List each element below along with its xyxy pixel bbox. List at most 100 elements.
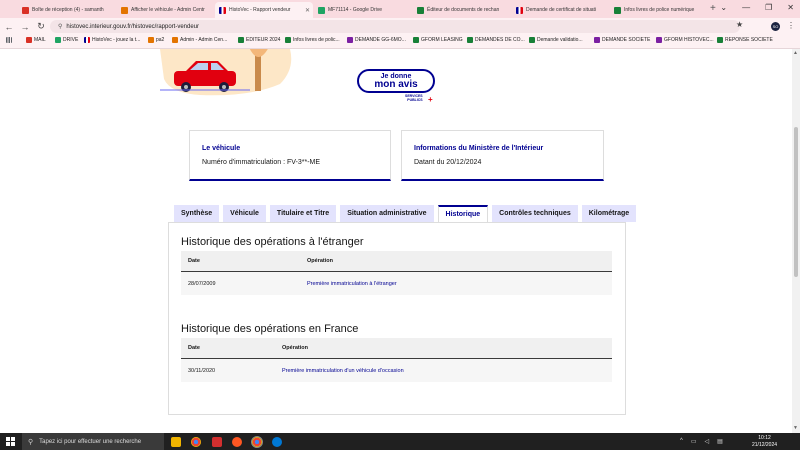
- tab-situation[interactable]: Situation administrative: [340, 205, 434, 222]
- chrome-active-icon[interactable]: [251, 436, 263, 448]
- sheets-icon: [614, 6, 621, 14]
- bookmark-label: REPONSE SOCIETE: [725, 37, 773, 43]
- tab-title: MF71114 - Google Drive: [328, 7, 383, 13]
- bookmark-histovec[interactable]: HistoVec - jouez la t...: [84, 37, 140, 43]
- bookmark-editeur[interactable]: EDITEUR 2024: [238, 37, 280, 43]
- bookmark-label: pa2: [156, 37, 165, 43]
- browser-tab-admin[interactable]: Afficher le véhicule - Admin Centr: [117, 2, 215, 18]
- admin-icon: [172, 37, 178, 43]
- tab-search-icon[interactable]: ⌄: [720, 3, 727, 12]
- tab-vehicule[interactable]: Véhicule: [223, 205, 266, 222]
- bookmark-label: DRIVE: [63, 37, 79, 43]
- tab-title: Afficher le véhicule - Admin Centr: [131, 7, 205, 13]
- taskbar-clock[interactable]: 10:12 21/12/2024: [752, 435, 777, 449]
- tab-title: Demande de certificat de situati: [526, 7, 597, 13]
- browser-tab-certificat[interactable]: Demande de certificat de situati: [512, 2, 610, 18]
- bookmark-pa2[interactable]: pa2: [148, 37, 164, 43]
- site-info-icon[interactable]: ⚲: [58, 23, 62, 30]
- logo-line2: PUBLICS: [407, 97, 423, 102]
- bookmark-mail[interactable]: MAIL: [26, 37, 46, 43]
- browser-menu-icon[interactable]: ⋮: [787, 21, 795, 30]
- ministry-date: Datant du 20/12/2024: [414, 159, 482, 166]
- table-row: 28/07/2009 Première immatriculation à l'…: [181, 272, 612, 295]
- avis-label-line2: mon avis: [374, 78, 418, 90]
- plus-icon: +: [428, 95, 433, 104]
- foreign-history-table: Date Opération 28/07/2009 Première immat…: [181, 251, 612, 295]
- bookmark-demandes-co[interactable]: DEMANDES DE CO...: [467, 37, 525, 43]
- browser-tab-drive[interactable]: MF71114 - Google Drive: [314, 2, 412, 18]
- close-tab-icon[interactable]: ✕: [305, 7, 310, 14]
- bookmark-demande-gg[interactable]: DEMANDE GG-6MO...: [347, 37, 406, 43]
- browser-tab-editor[interactable]: Éditeur de documents de rechan: [413, 2, 511, 18]
- sheets-icon: [285, 37, 291, 43]
- bookmark-gform-leasing[interactable]: GFORM LEASING: [413, 37, 463, 43]
- tab-title: Infos livres de police numérique: [624, 7, 695, 13]
- scrollbar-thumb[interactable]: [794, 127, 798, 277]
- forward-arrow-icon[interactable]: →: [18, 22, 32, 32]
- tab-titulaire[interactable]: Titulaire et Titre: [269, 205, 337, 222]
- volume-icon[interactable]: ◁: [705, 438, 710, 445]
- row-operation[interactable]: Première immatriculation d'un véhicule d…: [282, 368, 404, 374]
- browser-tab-infos[interactable]: Infos livres de police numérique: [610, 2, 708, 18]
- tab-title: Boîte de réception (4) - samanth: [32, 7, 104, 13]
- bookmark-label: DEMANDES DE CO...: [475, 37, 525, 43]
- search-icon: ⚲: [28, 438, 34, 446]
- apps-grid-icon[interactable]: [6, 37, 14, 43]
- browser-tab-strip: Boîte de réception (4) - samanth Affiche…: [0, 0, 800, 18]
- browser-tab-gmail[interactable]: Boîte de réception (4) - samanth: [18, 2, 116, 18]
- french-flag-icon: [84, 37, 90, 43]
- bookmark-demande-validation[interactable]: Demande validatio...: [529, 37, 583, 43]
- back-arrow-icon[interactable]: ←: [2, 22, 16, 32]
- acrobat-icon[interactable]: [212, 437, 222, 447]
- operation-header: Opération: [307, 258, 333, 264]
- network-icon[interactable]: ▭: [691, 438, 697, 445]
- tab-historique[interactable]: Historique: [437, 205, 489, 222]
- bookmark-admin[interactable]: Admin - Admin Cen...: [172, 37, 227, 43]
- bookmark-reponse-societe[interactable]: REPONSE SOCIETE: [717, 37, 773, 43]
- table-header: Date Opération: [181, 251, 612, 272]
- new-tab-button[interactable]: +: [710, 3, 716, 14]
- opera-icon[interactable]: [232, 437, 242, 447]
- chrome-icon[interactable]: [191, 437, 201, 447]
- maximize-button[interactable]: ❐: [765, 3, 772, 12]
- tab-kilometrage[interactable]: Kilométrage: [581, 205, 637, 222]
- scroll-down-icon[interactable]: ▼: [793, 425, 798, 431]
- row-operation[interactable]: Première immatriculation à l'étranger: [307, 281, 397, 287]
- address-bar[interactable]: ⚲ histovec.interieur.gouv.fr/histovec/ra…: [50, 20, 740, 33]
- bookmark-drive[interactable]: DRIVE: [55, 37, 78, 43]
- drive-icon: [318, 6, 325, 14]
- taskbar-search[interactable]: ⚲ Tapez ici pour effectuer une recherche: [22, 433, 164, 450]
- profile-avatar[interactable]: SO: [771, 22, 780, 31]
- windows-taskbar: ⚲ Tapez ici pour effectuer une recherche…: [0, 433, 800, 450]
- vehicle-card-title: Le véhicule: [202, 145, 241, 152]
- bookmark-label: MAIL: [34, 37, 46, 43]
- tab-synthese[interactable]: Synthèse: [174, 205, 220, 222]
- bookmark-demande-societe[interactable]: DEMANDE SOCIETE: [594, 37, 650, 43]
- tab-controles[interactable]: Contrôles techniques: [492, 205, 578, 222]
- row-date: 28/07/2009: [188, 281, 216, 287]
- keyboard-icon[interactable]: ▤: [717, 438, 723, 445]
- gmail-icon: [26, 37, 32, 43]
- bookmark-gform-histovec[interactable]: GFORM HISTOVEC...: [656, 37, 714, 43]
- url-text: histovec.interieur.gouv.fr/histovec/rapp…: [66, 23, 200, 30]
- page-scrollbar[interactable]: ▲ ▼: [792, 49, 800, 433]
- date-header: Date: [188, 258, 200, 264]
- windows-start-icon[interactable]: [6, 437, 15, 446]
- page-viewport: Je donne mon avis SERVICES PUBLICS + Le …: [0, 49, 792, 433]
- bookmark-infos[interactable]: Infos livres de polic...: [285, 37, 340, 43]
- browser-tab-histovec[interactable]: HistoVec - Rapport vendeur ✕: [215, 2, 313, 18]
- chevron-up-icon[interactable]: ^: [680, 438, 683, 445]
- admin-icon: [121, 6, 128, 14]
- bookmark-star-icon[interactable]: ★: [736, 20, 743, 29]
- file-explorer-icon[interactable]: [171, 437, 181, 447]
- edge-icon[interactable]: [272, 437, 282, 447]
- minimize-button[interactable]: —: [742, 3, 750, 12]
- reload-icon[interactable]: ↻: [34, 21, 48, 32]
- car-illustration: [160, 49, 292, 96]
- foreign-history-title: Historique des opérations à l'étranger: [181, 236, 364, 248]
- close-window-button[interactable]: ✕: [787, 3, 794, 12]
- scroll-up-icon[interactable]: ▲: [793, 50, 798, 56]
- clock-date: 21/12/2024: [752, 441, 778, 448]
- donner-avis-button[interactable]: Je donne mon avis: [357, 69, 435, 93]
- services-publics-logo: SERVICES PUBLICS: [405, 94, 423, 103]
